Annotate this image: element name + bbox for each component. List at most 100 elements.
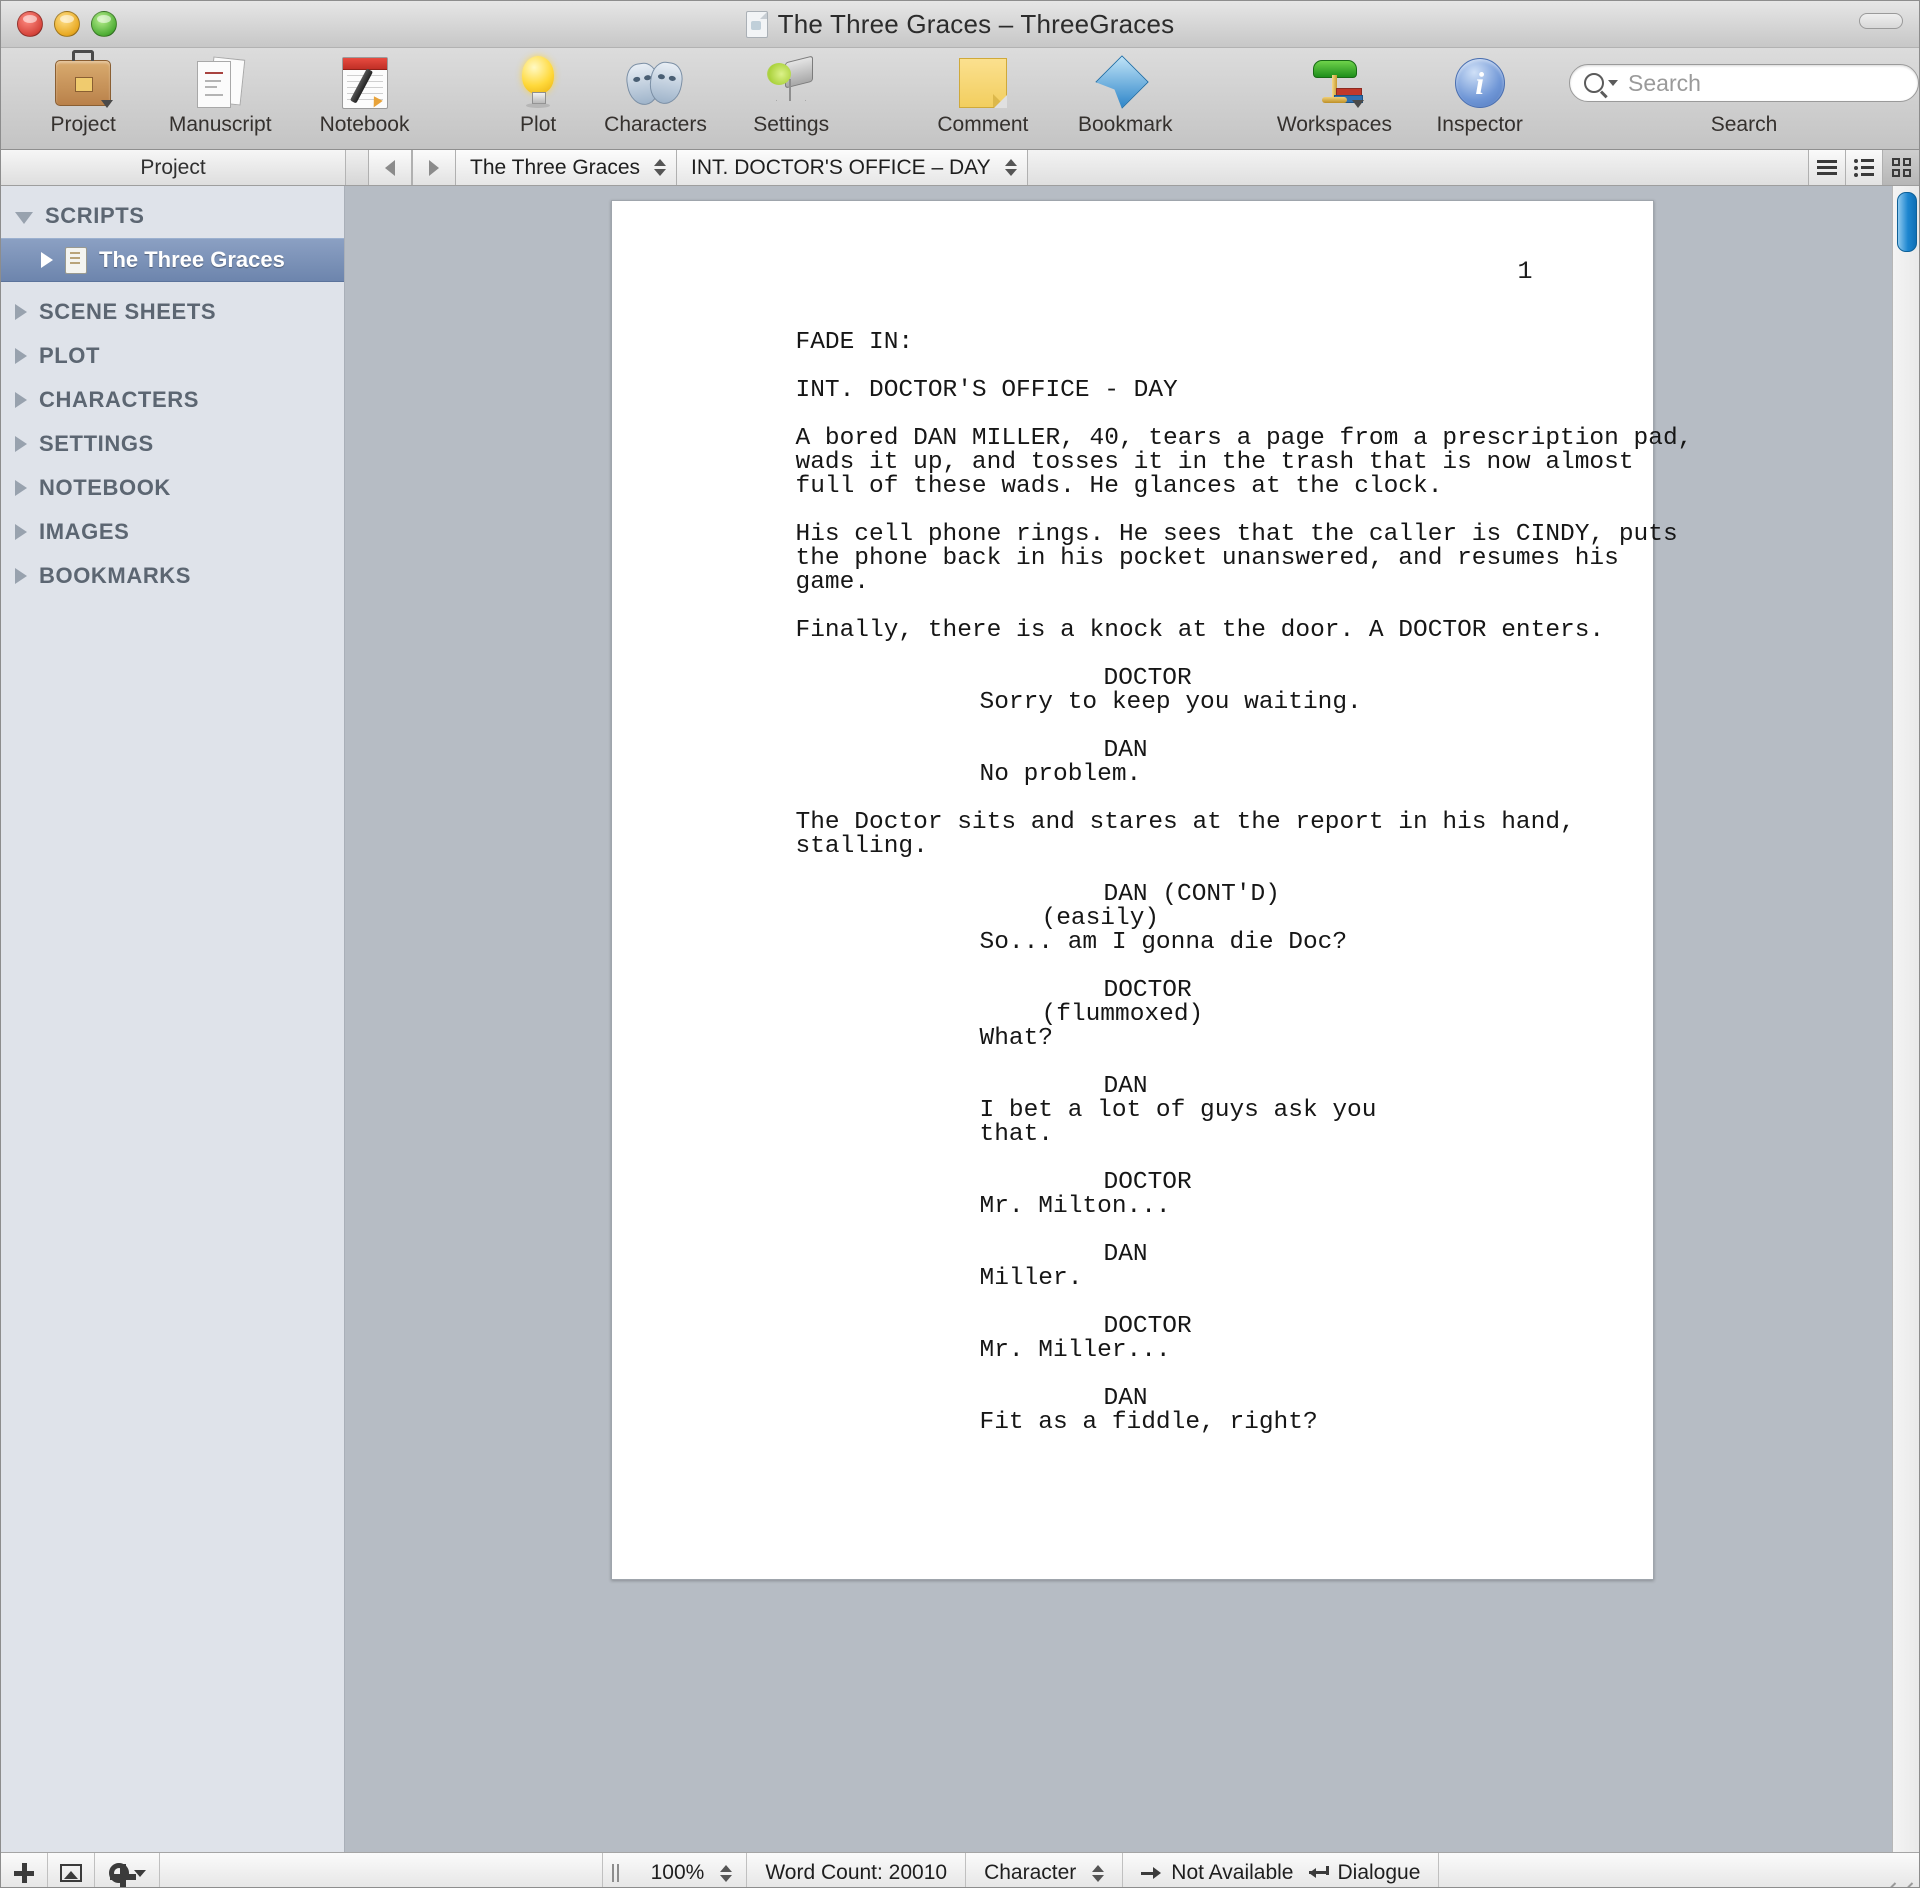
sidebar-group-label: CHARACTERS — [39, 387, 199, 412]
chevron-down-icon[interactable] — [1608, 80, 1619, 86]
stepper-icon — [654, 159, 667, 176]
window-titlebar: The Three Graces – ThreeGraces — [1, 1, 1919, 48]
page-number: 1 — [1517, 257, 1533, 286]
lightbulb-icon — [518, 54, 558, 112]
toolbar-button-comment[interactable]: Comment — [912, 54, 1054, 137]
sidebar-item-the-three-graces[interactable]: The Three Graces — [1, 238, 344, 282]
zoom-control[interactable]: 100% — [629, 1853, 748, 1887]
lines-icon — [1817, 157, 1837, 178]
main-toolbar: Project Manuscript Notebook Plot Charact… — [1, 48, 1919, 150]
sidebar-group-notebook[interactable]: NOTEBOOK — [1, 466, 344, 510]
sidebar-group-bookmarks[interactable]: BOOKMARKS — [1, 554, 344, 598]
plus-icon — [14, 1863, 34, 1883]
sidebar-group-plot[interactable]: PLOT — [1, 334, 344, 378]
sidebar-group-settings[interactable]: SETTINGS — [1, 422, 344, 466]
pill-shape — [1859, 13, 1903, 29]
return-key-icon — [1309, 1865, 1330, 1881]
script-block-paren: (easily) — [1041, 905, 1160, 932]
toolbar-button-notebook[interactable]: Notebook — [297, 54, 432, 137]
sidebar-group-images[interactable]: IMAGES — [1, 510, 344, 554]
sidebar-group-label: IMAGES — [39, 519, 130, 544]
sidebar-group-label: NOTEBOOK — [39, 475, 171, 500]
search-input[interactable]: Search — [1569, 64, 1919, 102]
disclosure-triangle-icon[interactable] — [15, 568, 27, 584]
disclosure-triangle-icon[interactable] — [15, 480, 27, 496]
document-popup-button[interactable]: The Three Graces — [456, 150, 678, 185]
toolbar-button-bookmark[interactable]: Bookmark — [1054, 54, 1196, 137]
chevron-right-icon — [429, 159, 439, 176]
scrollbar-thumb[interactable] — [1897, 192, 1917, 252]
stepper-icon[interactable] — [1092, 1864, 1105, 1882]
disclosure-triangle-icon[interactable] — [41, 252, 53, 268]
document-popup-label: The Three Graces — [470, 155, 641, 179]
tab-key-icon — [1141, 1866, 1163, 1880]
sidebar-group-label: SCENE SHEETS — [39, 299, 217, 324]
script-page[interactable]: 1 FADE IN: INT. DOCTOR'S OFFICE - DAY A bo… — [610, 200, 1693, 1580]
disclosure-triangle-icon[interactable] — [15, 304, 27, 320]
toolbar-toggle-button[interactable] — [1859, 13, 1903, 29]
toolbar-button-workspaces[interactable]: Workspaces — [1256, 54, 1412, 137]
script-block-cue: DAN — [1103, 1241, 1148, 1268]
sidebar-group-label: PLOT — [39, 343, 101, 368]
document-icon — [745, 10, 768, 38]
minimize-button[interactable] — [54, 11, 80, 37]
script-block-dial: So... am I gonna die Doc? — [979, 929, 1348, 956]
manuscript-icon — [197, 54, 246, 112]
sidebar-group-scripts[interactable]: SCRIPTS — [1, 194, 344, 238]
script-block-cue: DOCTOR — [1103, 665, 1192, 692]
back-button[interactable] — [368, 150, 412, 185]
sidebar-group-label: BOOKMARKS — [39, 563, 192, 588]
add-image-button[interactable] — [48, 1853, 95, 1887]
sidebar-group-label: SCRIPTS — [45, 203, 145, 228]
editor-area: 1 FADE IN: INT. DOCTOR'S OFFICE - DAY A bo… — [345, 186, 1919, 1852]
script-block-slug: INT. DOCTOR'S OFFICE - DAY — [795, 377, 1178, 404]
sidebar-group-scene-sheets[interactable]: SCENE SHEETS — [1, 290, 344, 334]
main-body: SCRIPTS The Three Graces SCENE SHEETS PL… — [1, 186, 1919, 1852]
toolbar-label-search: Search — [1710, 113, 1778, 136]
view-mode-page[interactable] — [1808, 150, 1845, 185]
toolbar-button-manuscript[interactable]: Manuscript — [143, 54, 297, 137]
script-block-action: His cell phone rings. He sees that the c… — [795, 521, 1678, 596]
window-title-group: The Three Graces – ThreeGraces — [1, 9, 1919, 40]
screenplay-text[interactable]: FADE IN: INT. DOCTOR'S OFFICE - DAY A bore… — [672, 201, 1693, 1435]
script-block-cue: DOCTOR — [1103, 1313, 1192, 1340]
disclosure-triangle-icon[interactable] — [15, 524, 27, 540]
close-button[interactable] — [17, 11, 43, 37]
view-mode-outline[interactable] — [1845, 150, 1882, 185]
search-placeholder: Search — [1628, 69, 1701, 96]
chevron-down-icon — [101, 100, 114, 108]
zoom-button[interactable] — [91, 11, 117, 37]
status-bar: 100% Word Count: 20010 Character Not Ava… — [1, 1852, 1919, 1887]
toolbar-button-characters[interactable]: Characters — [582, 54, 728, 137]
toolbar-button-settings[interactable]: Settings — [729, 54, 854, 137]
settings-menu-button[interactable] — [95, 1853, 160, 1887]
disclosure-triangle-icon[interactable] — [15, 392, 27, 408]
toolbar-button-plot[interactable]: Plot — [494, 54, 583, 137]
script-block-cue: DAN — [1103, 1073, 1148, 1100]
gear-icon — [108, 1863, 136, 1887]
script-block-action: A bored DAN MILLER, 40, tears a page fro… — [795, 425, 1693, 500]
tab-action-label: Not Available — [1171, 1861, 1294, 1884]
word-count-label: Word Count: 20010 — [765, 1861, 948, 1884]
toolbar-button-inspector[interactable]: i Inspector — [1412, 54, 1547, 137]
script-block-dial: No problem. — [979, 761, 1142, 788]
status-tail — [1439, 1853, 1881, 1887]
scene-popup-button[interactable]: INT. DOCTOR'S OFFICE – DAY — [677, 150, 1028, 185]
view-mode-index-cards[interactable] — [1882, 150, 1919, 185]
stepper-icon[interactable] — [720, 1864, 733, 1882]
window-controls — [17, 11, 117, 37]
toolbar-button-project[interactable]: Project — [23, 50, 143, 137]
sidebar-group-characters[interactable]: CHARACTERS — [1, 378, 344, 422]
script-block-action: The Doctor sits and stares at the report… — [795, 809, 1575, 860]
disclosure-triangle-icon[interactable] — [15, 436, 27, 452]
disclosure-triangle-icon[interactable] — [15, 348, 27, 364]
resize-handle[interactable] — [1881, 1853, 1919, 1887]
add-item-button[interactable] — [1, 1853, 48, 1887]
toolbar-label-project: Project — [50, 113, 116, 136]
grid-icon — [1891, 158, 1911, 177]
element-type-popup[interactable]: Character — [966, 1853, 1124, 1887]
vertical-scrollbar[interactable] — [1892, 186, 1919, 1852]
forward-button[interactable] — [412, 150, 456, 185]
split-handle[interactable] — [603, 1853, 629, 1887]
disclosure-triangle-open-icon[interactable] — [15, 211, 33, 224]
